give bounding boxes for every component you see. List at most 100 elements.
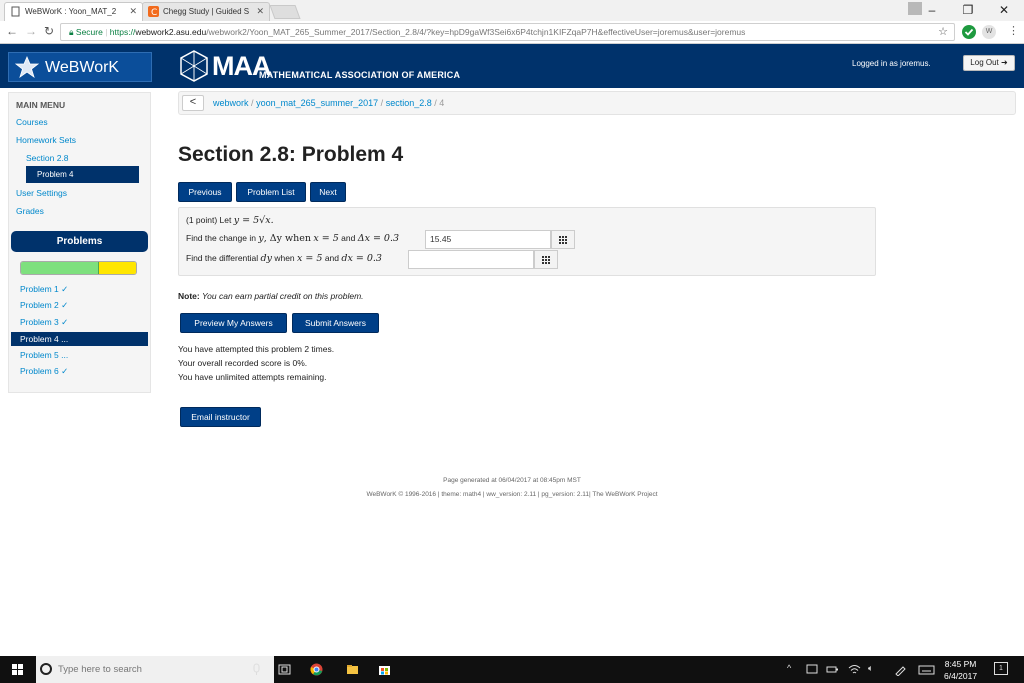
reload-icon[interactable]: ↻	[44, 24, 54, 38]
maa-logo-icon	[180, 50, 208, 82]
back-button[interactable]: <	[182, 95, 204, 111]
main-menu-title: MAIN MENU	[16, 100, 66, 110]
sidebar-item-section[interactable]: Section 2.8	[26, 153, 69, 163]
cortana-icon	[40, 663, 52, 675]
sidebar-item-user-settings[interactable]: User Settings	[16, 188, 67, 198]
taskbar-clock[interactable]: 8:45 PM 6/4/2017	[944, 658, 977, 682]
attempts-remaining: You have unlimited attempts remaining.	[178, 372, 327, 382]
sidebar-item-homework-sets[interactable]: Homework Sets	[16, 135, 76, 145]
next-button[interactable]: Next	[310, 182, 346, 202]
back-arrow-icon[interactable]: ←	[6, 24, 18, 38]
file-explorer-icon[interactable]	[346, 663, 359, 676]
q1-and: and	[341, 233, 356, 243]
equation-editor-icon[interactable]	[534, 250, 558, 269]
forward-arrow-icon[interactable]: →	[25, 24, 37, 38]
url-path: /webwork2/Yoon_MAT_265_Summer_2017/Secti…	[206, 27, 746, 37]
sidebar-item-courses[interactable]: Courses	[16, 117, 48, 127]
problem-link-1[interactable]: Problem 1 ✓	[20, 284, 68, 295]
chrome-icon[interactable]	[310, 663, 323, 676]
breadcrumb-webwork[interactable]: webwork	[213, 98, 249, 108]
webwork-logo[interactable]: WeBWorK	[8, 52, 152, 82]
progress-partial	[99, 262, 136, 274]
question-2: Find the differential dy when x = 5 and …	[186, 253, 382, 264]
progress-bar	[20, 261, 137, 275]
partial-credit-note: Note: You can earn partial credit on thi…	[178, 291, 364, 301]
tab-chegg[interactable]: C Chegg Study | Guided S ✕	[142, 2, 270, 21]
q2-and: and	[324, 253, 340, 263]
q1-prefix: Find the change in	[186, 233, 256, 243]
problem-link-3[interactable]: Problem 3 ✓	[20, 317, 68, 328]
problem-link-2[interactable]: Problem 2 ✓	[20, 300, 68, 311]
close-window-button[interactable]: ✕	[986, 0, 1022, 21]
w-extension-icon[interactable]: W	[982, 25, 996, 39]
notification-center-icon[interactable]: 1	[994, 662, 1008, 675]
store-icon[interactable]	[378, 663, 391, 676]
sidebar-item-problem[interactable]: Problem 4	[26, 166, 139, 183]
svg-text:C: C	[151, 8, 157, 17]
battery-icon[interactable]	[826, 663, 839, 676]
microphone-icon[interactable]	[250, 663, 263, 676]
preview-answers-button[interactable]: Preview My Answers	[180, 313, 287, 333]
attempt-count: You have attempted this problem 2 times.	[178, 344, 335, 354]
taskbar-search-input[interactable]: Type here to search	[36, 656, 274, 683]
wifi-icon[interactable]	[848, 663, 861, 676]
q2-dx: dx = 0.3	[341, 253, 382, 264]
progress-correct	[21, 262, 99, 274]
keyboard-icon[interactable]	[918, 663, 935, 676]
breadcrumb-section[interactable]: section_2.8	[386, 98, 432, 108]
logout-button[interactable]: Log Out ➜	[963, 55, 1015, 71]
previous-button[interactable]: Previous	[178, 182, 232, 202]
check-extension-icon[interactable]	[962, 25, 976, 39]
q1-mid: , Δy when	[263, 233, 311, 244]
q1-cond: x = 5	[313, 233, 339, 244]
tab-close-icon[interactable]: ✕	[256, 3, 264, 20]
problem-link-6[interactable]: Problem 6 ✓	[20, 366, 68, 377]
logged-in-label: Logged in as joremus.	[852, 59, 931, 68]
q1-delta: Δx = 0.3	[357, 233, 400, 244]
chrome-menu-icon[interactable]: ⋮	[1008, 24, 1019, 37]
problem-list-button[interactable]: Problem List	[236, 182, 306, 202]
problem-points: (1 point) Let	[186, 215, 232, 225]
problem-statement: (1 point) Let y = 5√x.	[186, 215, 274, 226]
breadcrumb-separator: /	[251, 98, 254, 108]
windows-start-icon[interactable]	[12, 664, 23, 675]
breadcrumb-current: 4	[439, 98, 445, 108]
breadcrumb: < webwork / yoon_mat_265_summer_2017 / s…	[178, 91, 1016, 115]
sidebar: MAIN MENU Courses Homework Sets Section …	[8, 92, 151, 393]
minimize-button[interactable]: –	[914, 0, 950, 21]
sidebar-item-grades[interactable]: Grades	[16, 206, 44, 216]
answer-input-2[interactable]	[408, 250, 534, 269]
problem-link-4[interactable]: Problem 4 ...	[11, 332, 148, 346]
url-input[interactable]: 🔒︎ Secure | https://webwork2.asu.edu/web…	[60, 23, 955, 41]
question-1: Find the change in y, Δy when x = 5 and …	[186, 233, 399, 244]
q2-prefix: Find the differential	[186, 253, 259, 263]
logout-icon: ➜	[1001, 58, 1008, 67]
task-view-icon[interactable]	[278, 663, 291, 676]
breadcrumb-course[interactable]: yoon_mat_265_summer_2017	[256, 98, 378, 108]
windows-taskbar: Type here to search ^ 🔈︎ 8:45 PM 6/4/201…	[0, 656, 1024, 683]
submit-answers-button[interactable]: Submit Answers	[292, 313, 379, 333]
search-placeholder: Type here to search	[58, 664, 142, 675]
tab-webwork[interactable]: WeBWorK : Yoon_MAT_2 ✕	[4, 2, 143, 21]
note-label: Note:	[178, 291, 200, 301]
volume-icon[interactable]: 🔈︎	[868, 663, 873, 674]
maximize-button[interactable]: ❐	[950, 0, 986, 21]
tab-close-icon[interactable]: ✕	[129, 3, 137, 20]
show-hidden-icons[interactable]: ^	[787, 663, 791, 673]
bookmark-star-icon[interactable]: ☆	[938, 24, 948, 40]
equation-editor-icon[interactable]	[551, 230, 575, 249]
recorded-score: Your overall recorded score is 0%.	[178, 358, 308, 368]
clock-date: 6/4/2017	[944, 671, 978, 681]
problems-heading: Problems	[11, 231, 148, 252]
maa-full-name: MATHEMATICAL ASSOCIATION OF AMERICA	[259, 70, 461, 80]
browser-tab-bar: WeBWorK : Yoon_MAT_2 ✕ C Chegg Study | G…	[0, 0, 1024, 21]
new-tab-button[interactable]	[269, 5, 301, 19]
meet-now-icon[interactable]	[806, 663, 819, 676]
q2-when: when	[274, 253, 295, 263]
problem-link-5[interactable]: Problem 5 ...	[20, 350, 68, 360]
email-instructor-button[interactable]: Email instructor	[180, 407, 261, 427]
url-host: webwork2.asu.edu	[135, 27, 207, 37]
note-text: You can earn partial credit on this prob…	[201, 291, 364, 301]
pen-icon[interactable]	[894, 663, 907, 676]
answer-input-1[interactable]: 15.45	[425, 230, 551, 249]
